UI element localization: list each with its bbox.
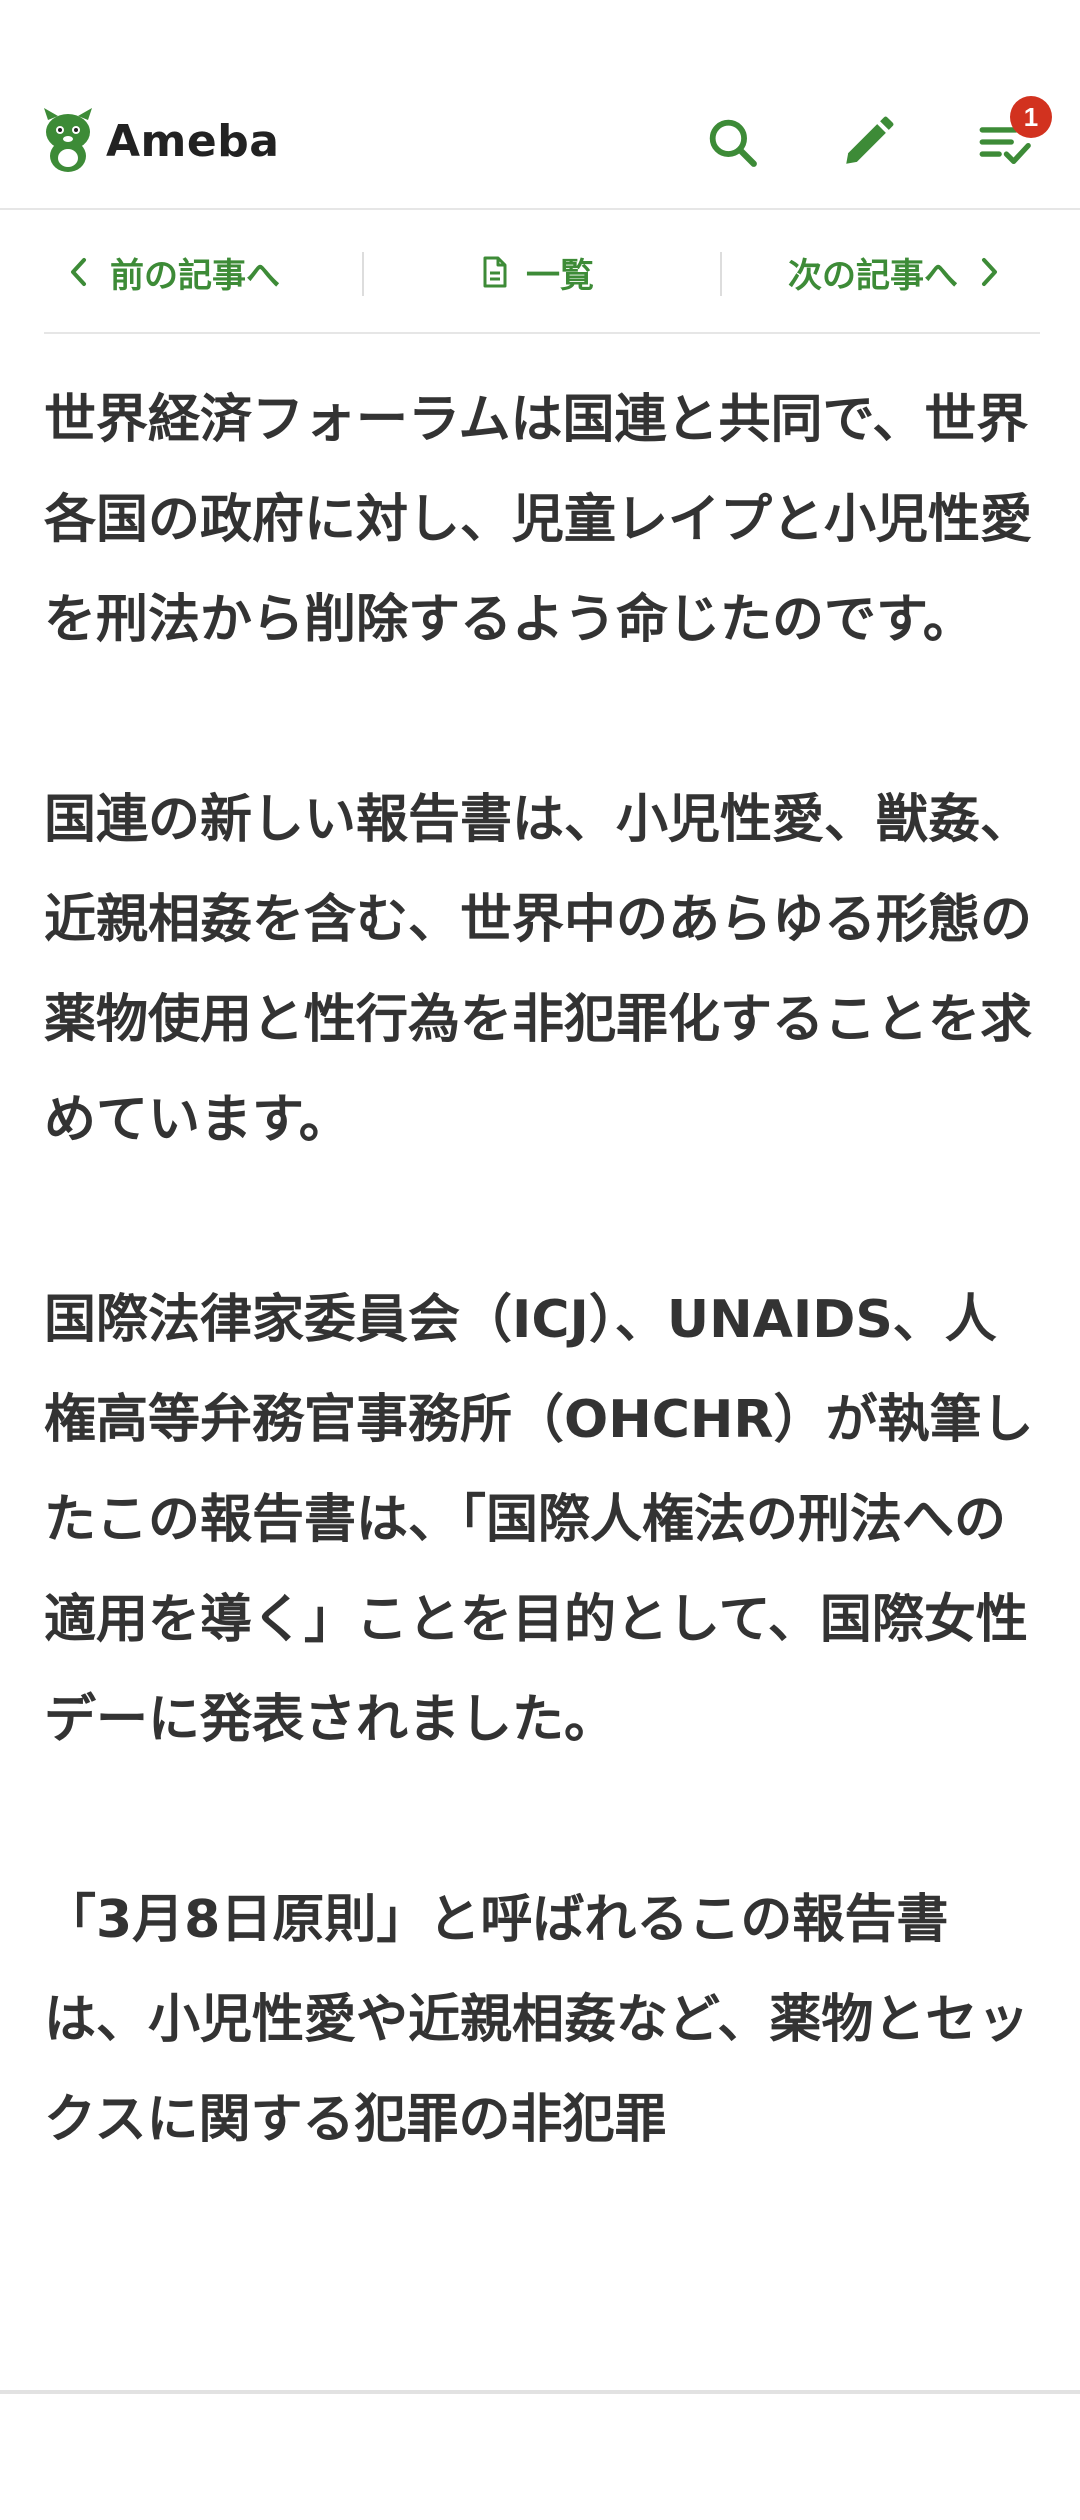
next-article-label: 次の記事へ xyxy=(788,255,958,296)
next-article-link[interactable]: 次の記事へ xyxy=(788,212,1002,332)
prev-article-label: 前の記事へ xyxy=(110,255,280,296)
article-paragraph: 「3月8日原則」と呼ばれるこの報告書は、小児性愛や近親相姦など、薬物とセックスに… xyxy=(44,1890,1030,2150)
ameba-mascot-icon xyxy=(40,106,96,176)
chevron-right-icon xyxy=(982,258,997,286)
search-button[interactable] xyxy=(700,110,764,174)
notification-badge: 1 xyxy=(1010,96,1052,138)
app-header: Ameba 1 xyxy=(0,70,1080,210)
article-paragraph: 世界経済フォーラムは国連と共同で、世界各国の政府に対し、児童レイプと小児性愛を刑… xyxy=(44,390,1033,650)
logo-text: Ameba xyxy=(106,115,280,167)
prev-article-link[interactable]: 前の記事へ xyxy=(66,212,280,332)
article-list-link[interactable]: 一覧 xyxy=(482,212,594,332)
write-post-button[interactable] xyxy=(836,110,900,174)
pencil-icon xyxy=(846,116,894,164)
nav-divider xyxy=(362,252,364,296)
article-navigation: 前の記事へ 一覧 次の記事へ xyxy=(44,212,1040,334)
chevron-left-icon xyxy=(71,258,86,286)
bottom-toolbar-divider xyxy=(0,2390,1080,2394)
document-icon xyxy=(483,256,507,288)
nav-divider xyxy=(720,252,722,296)
article-paragraph: 国連の新しい報告書は、小児性愛、獣姦、近親相姦を含む、世界中のあらゆる形態の薬物… xyxy=(44,790,1033,1150)
article-list-label: 一覧 xyxy=(526,255,594,296)
ameba-logo[interactable]: Ameba xyxy=(40,106,279,176)
article-body: 世界経済フォーラムは国連と共同で、世界各国の政府に対し、児童レイプと小児性愛を刑… xyxy=(44,370,1044,2270)
article-paragraph: 国際法律家委員会（ICJ）、UNAIDS、人権高等弁務官事務所（OHCHR）が執… xyxy=(44,1290,1034,1750)
reading-list-button[interactable]: 1 xyxy=(972,96,1052,174)
search-icon xyxy=(709,119,757,167)
